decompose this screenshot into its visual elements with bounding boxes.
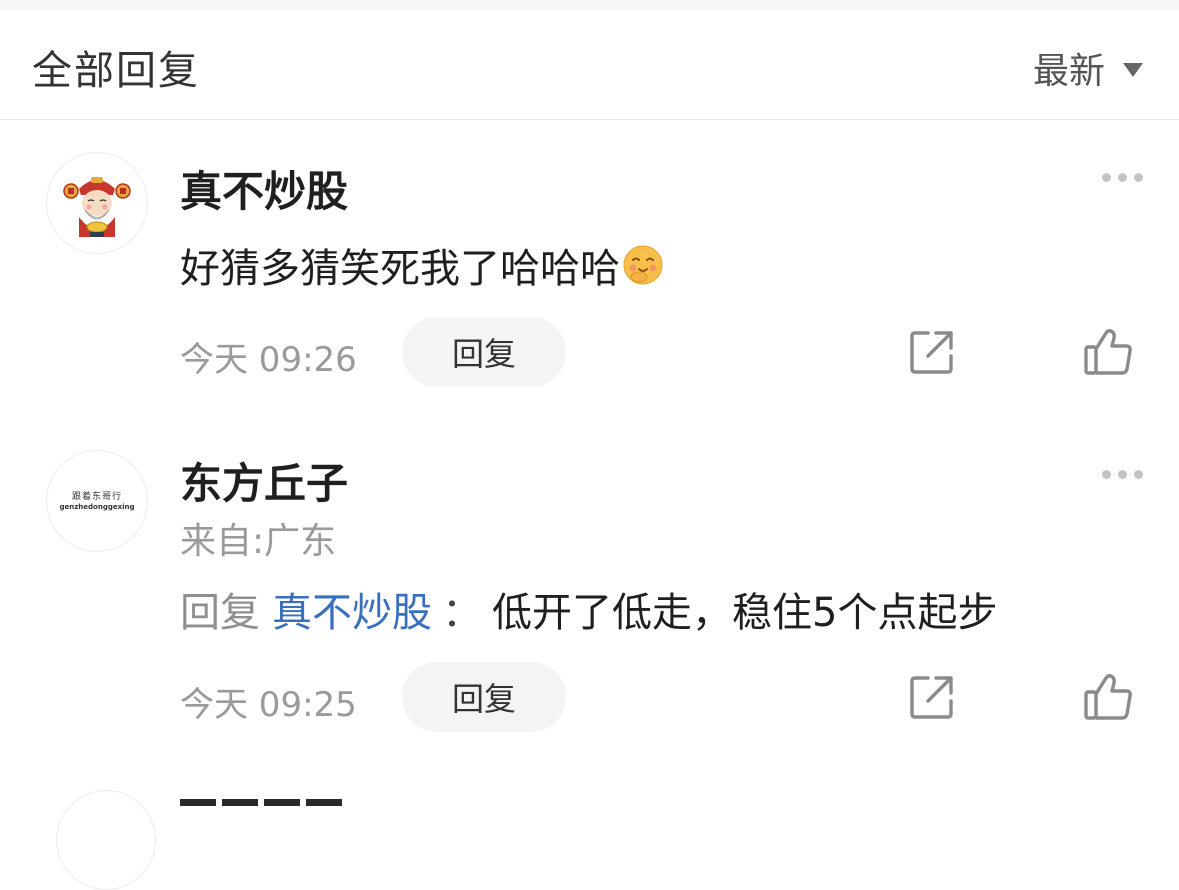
caret-down-icon (1123, 63, 1143, 77)
comment-time: 今天 09:25 (180, 685, 357, 725)
dot (1134, 470, 1143, 479)
reply-prefix: 回复 (180, 590, 260, 636)
avatar[interactable] (56, 790, 156, 890)
sort-label: 最新 (1032, 51, 1105, 92)
more-options-icon[interactable] (1102, 173, 1143, 182)
more-options-icon[interactable] (1102, 470, 1143, 479)
username[interactable]: 东方丘子 (180, 450, 348, 511)
dot (1134, 173, 1143, 182)
username-partial (180, 792, 360, 806)
smiling-blushing-emoji-icon (623, 245, 663, 285)
comment-body: 好猜多猜笑死我了哈哈哈 (180, 246, 620, 292)
avatar[interactable] (46, 152, 148, 254)
reply-target-user[interactable]: 真不炒股 (272, 580, 432, 638)
reply-button[interactable]: 回复 (402, 317, 566, 387)
dot (1118, 173, 1127, 182)
location-label: 来自:广东 (180, 521, 337, 562)
caishen-avatar-icon (63, 177, 131, 237)
reply-colon: ： (442, 590, 482, 636)
avatar[interactable]: 跟着东哥行 genzhedonggexing (46, 450, 148, 552)
top-strip (0, 0, 1179, 10)
replies-header: 全部回复 最新 (0, 10, 1179, 120)
dot (1102, 470, 1111, 479)
username[interactable]: 真不炒股 (180, 158, 348, 219)
share-icon[interactable] (906, 671, 958, 723)
comment-body: 低开了低走，稳住5个点起步 (492, 590, 998, 636)
avatar-label-cn: 跟着东哥行 (71, 492, 122, 502)
thumbs-up-icon[interactable] (1082, 325, 1136, 379)
share-icon[interactable] (906, 326, 958, 378)
comment-text: 回复 真不炒股 ： 低开了低走，稳住5个点起步 (180, 580, 997, 638)
thumbs-up-icon[interactable] (1082, 670, 1136, 724)
sort-dropdown[interactable]: 最新 (1033, 42, 1143, 94)
page-title: 全部回复 (32, 48, 200, 94)
reply-button[interactable]: 回复 (402, 662, 566, 732)
comment-time: 今天 09:26 (180, 340, 357, 380)
avatar-label-en: genzhedonggexing (59, 503, 135, 511)
dot (1118, 470, 1127, 479)
comment-text: 好猜多猜笑死我了哈哈哈 (180, 236, 664, 294)
dot (1102, 173, 1111, 182)
